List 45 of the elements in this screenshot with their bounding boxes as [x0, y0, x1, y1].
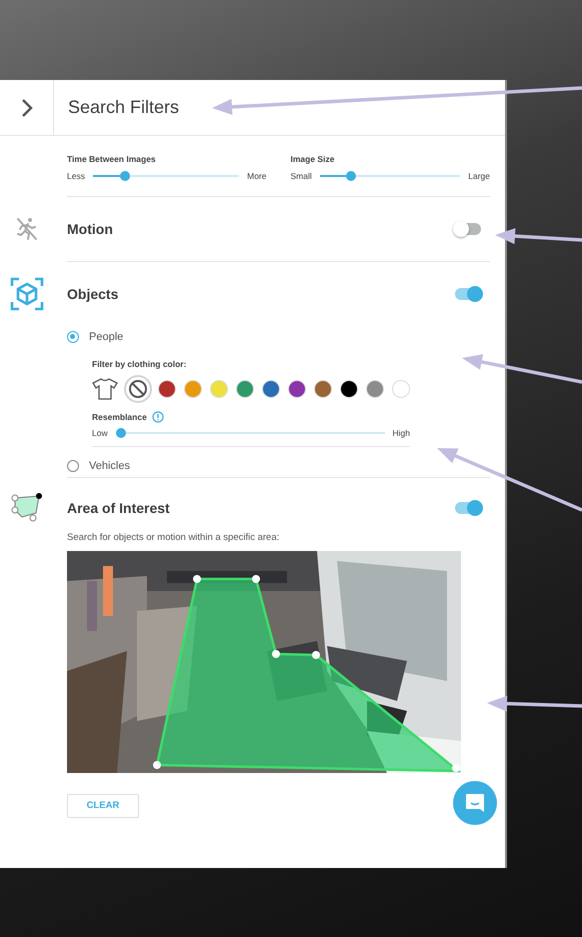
color-swatch[interactable]	[314, 380, 332, 398]
panel-title: Search Filters	[67, 97, 180, 118]
section-title: Area of Interest	[67, 500, 170, 516]
info-icon[interactable]	[152, 411, 164, 423]
selection-polygon[interactable]	[153, 575, 461, 773]
color-swatch[interactable]	[184, 380, 202, 398]
chat-icon	[464, 792, 486, 814]
color-swatch[interactable]	[340, 380, 358, 398]
slider-thumb[interactable]	[120, 171, 130, 181]
section-title: Motion	[67, 221, 113, 237]
color-swatch[interactable]	[158, 380, 176, 398]
cube-icon	[10, 277, 44, 311]
slider-min-label: Small	[290, 171, 312, 181]
resemblance-label: Resemblance	[92, 412, 147, 422]
color-swatch[interactable]	[236, 380, 254, 398]
radio-label[interactable]: People	[89, 331, 124, 343]
color-swatch[interactable]	[288, 380, 306, 398]
slider-max-label: Large	[468, 171, 490, 181]
radio-button[interactable]	[67, 331, 79, 343]
slider-thumb[interactable]	[116, 428, 126, 438]
chat-button[interactable]	[453, 781, 497, 825]
toggle-switch[interactable]	[455, 288, 481, 300]
shirt-icon	[92, 377, 118, 401]
color-swatch[interactable]	[262, 380, 280, 398]
slider-min-label: Low	[92, 428, 108, 438]
color-swatch[interactable]	[392, 380, 410, 398]
slider-max-label: More	[247, 171, 266, 181]
color-swatch[interactable]	[366, 380, 384, 398]
color-swatch[interactable]	[210, 380, 228, 398]
slider-min-label: Less	[67, 171, 85, 181]
filter-label: Filter by clothing color:	[92, 359, 186, 369]
toggle-switch[interactable]	[455, 502, 481, 514]
slider-max-label: High	[392, 428, 410, 438]
radio-label[interactable]: Vehicles	[89, 460, 130, 472]
polygon-icon	[10, 493, 42, 523]
area-hint: Search for objects or motion within a specific area:	[67, 532, 280, 543]
running-person-icon	[16, 217, 38, 241]
radio-button[interactable]	[67, 460, 79, 472]
no-color-swatch[interactable]	[126, 377, 150, 401]
chevron-right-icon[interactable]	[20, 98, 32, 118]
slider-label: Time Between Images	[67, 154, 156, 164]
section-title: Objects	[67, 286, 118, 302]
slider-label: Image Size	[290, 154, 334, 164]
toggle-switch[interactable]	[455, 223, 481, 235]
slider-thumb[interactable]	[346, 171, 356, 181]
